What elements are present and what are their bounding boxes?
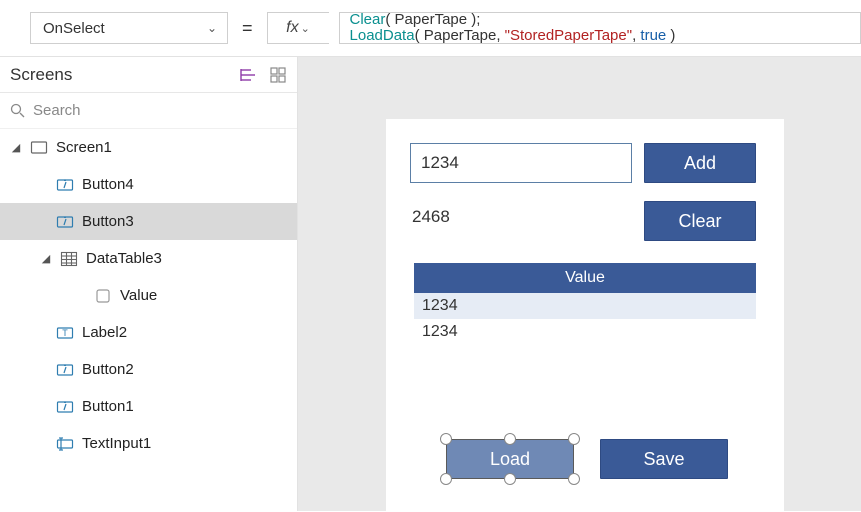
selection-handle[interactable] <box>504 433 516 445</box>
screens-panel-title: Screens <box>10 65 72 85</box>
tree-item-button3[interactable]: Button3 <box>0 203 297 240</box>
button-icon <box>56 213 74 231</box>
save-button[interactable]: Save <box>600 439 728 479</box>
table-cell: 1234 <box>422 297 458 315</box>
clear-button-label: Clear <box>678 211 721 232</box>
search-box[interactable]: Search <box>0 93 297 129</box>
button-icon <box>56 176 74 194</box>
tree-item-button1[interactable]: Button1 <box>0 388 297 425</box>
sum-label: 2468 <box>412 207 450 227</box>
selection-handle[interactable] <box>440 473 452 485</box>
datatable[interactable]: Value 1234 1234 <box>414 263 756 345</box>
selection-handle[interactable] <box>504 473 516 485</box>
label-icon: T <box>56 324 74 342</box>
button-icon <box>56 398 74 416</box>
screen1-preview[interactable]: 1234 Add 2468 Clear Value 1234 1234 <box>386 119 784 512</box>
table-row[interactable]: 1234 <box>414 293 756 319</box>
tree-label: Button4 <box>82 176 134 193</box>
datatable-header[interactable]: Value <box>414 263 756 293</box>
text-input-value: 1234 <box>421 153 459 173</box>
formula-line-1: Clear( PaperTape ); <box>350 12 850 28</box>
datatable-header-label: Value <box>565 269 605 287</box>
svg-text:T: T <box>62 328 68 338</box>
tree-label: DataTable3 <box>86 250 162 267</box>
collapse-icon[interactable]: ◢ <box>10 141 22 154</box>
add-button-label: Add <box>684 153 716 174</box>
property-selector-value: OnSelect <box>43 20 105 37</box>
tree-item-label2[interactable]: T Label2 <box>0 314 297 351</box>
chevron-down-icon: ⌄ <box>301 22 310 35</box>
save-button-label: Save <box>643 449 684 470</box>
tree-label: TextInput1 <box>82 435 151 452</box>
search-icon <box>10 103 25 118</box>
datatable-icon <box>60 250 78 268</box>
selection-handle[interactable] <box>440 433 452 445</box>
formula-line-2: LoadData( PaperTape, "StoredPaperTape", … <box>350 28 850 44</box>
chevron-down-icon: ⌄ <box>207 21 217 35</box>
property-selector[interactable]: OnSelect ⌄ <box>30 12 228 44</box>
clear-button[interactable]: Clear <box>644 201 756 241</box>
fx-label: fx <box>286 19 298 37</box>
fx-button[interactable]: fx ⌄ <box>267 12 329 44</box>
textinput-icon <box>56 435 74 453</box>
collapse-icon[interactable]: ◢ <box>40 252 52 265</box>
search-placeholder: Search <box>33 102 81 119</box>
tree-view: ◢ Screen1 Button4 Button3 ◢ <box>0 129 297 511</box>
selection-handle[interactable] <box>568 433 580 445</box>
tree-label: Screen1 <box>56 139 112 156</box>
thumbnail-view-icon[interactable] <box>269 66 287 84</box>
column-icon <box>94 287 112 305</box>
tree-item-button4[interactable]: Button4 <box>0 166 297 203</box>
add-button[interactable]: Add <box>644 143 756 183</box>
table-cell: 1234 <box>422 323 458 341</box>
tree-label: Label2 <box>82 324 127 341</box>
load-button-label: Load <box>490 449 530 470</box>
tree-label: Button2 <box>82 361 134 378</box>
tree-label: Value <box>120 287 157 304</box>
tree-view-icon[interactable] <box>239 66 257 84</box>
tree-label: Button3 <box>82 213 134 230</box>
text-input[interactable]: 1234 <box>410 143 632 183</box>
tree-label: Button1 <box>82 398 134 415</box>
tree-item-screen1[interactable]: ◢ Screen1 <box>0 129 297 166</box>
canvas-area[interactable]: 1234 Add 2468 Clear Value 1234 1234 <box>298 57 861 511</box>
selection-handle[interactable] <box>568 473 580 485</box>
screen-icon <box>30 139 48 157</box>
tree-item-button2[interactable]: Button2 <box>0 351 297 388</box>
table-row[interactable]: 1234 <box>414 319 756 345</box>
tree-item-datatable3[interactable]: ◢ DataTable3 <box>0 240 297 277</box>
screens-panel: Screens Search ◢ Screen1 <box>0 57 298 511</box>
button-icon <box>56 361 74 379</box>
tree-item-textinput1[interactable]: TextInput1 <box>0 425 297 462</box>
tree-item-value[interactable]: Value <box>0 277 297 314</box>
equals-sign: = <box>238 18 257 39</box>
formula-bar[interactable]: Clear( PaperTape ); LoadData( PaperTape,… <box>339 12 861 44</box>
